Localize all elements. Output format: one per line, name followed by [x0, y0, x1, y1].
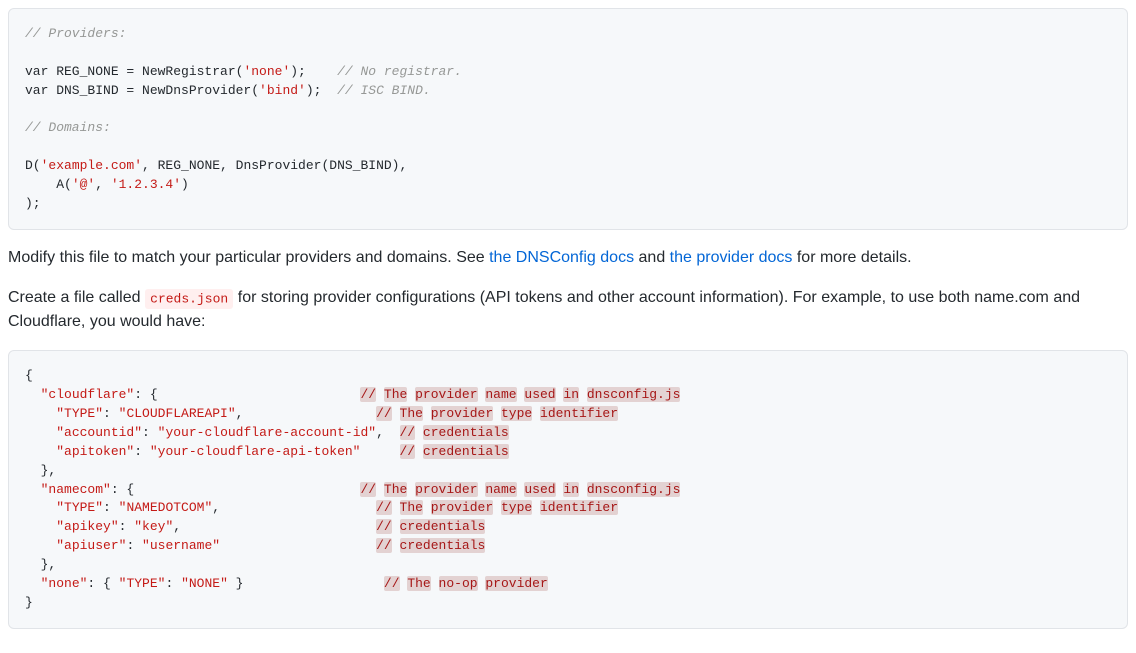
paragraph-creds: Create a file called creds.json for stor… [8, 286, 1128, 334]
paragraph-modify: Modify this file to match your particula… [8, 246, 1128, 270]
link-provider-docs[interactable]: the provider docs [670, 249, 793, 266]
inline-code-creds-json: creds.json [145, 289, 233, 309]
link-dnsconfig-docs[interactable]: the DNSConfig docs [489, 249, 634, 266]
code-block-creds: { "cloudflare": { // The provider name u… [8, 350, 1128, 629]
code-block-dnsconfig: // Providers: var REG_NONE = NewRegistra… [8, 8, 1128, 230]
